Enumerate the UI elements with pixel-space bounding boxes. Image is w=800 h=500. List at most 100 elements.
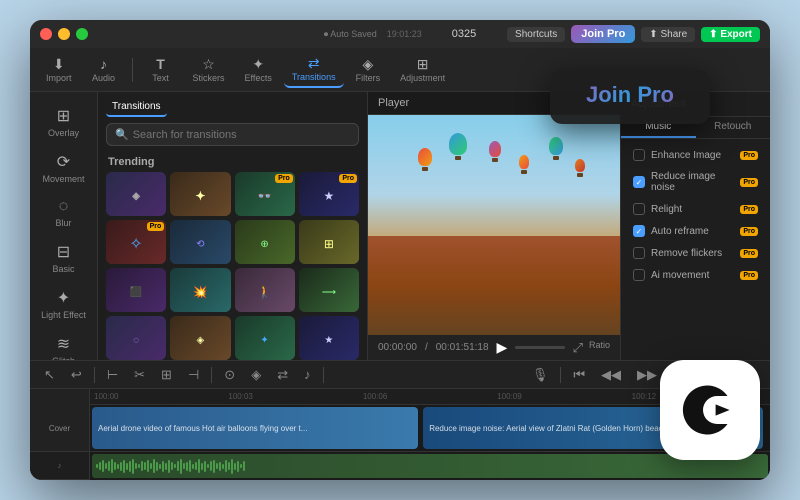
trim-tool[interactable]: ⊣ xyxy=(184,365,203,385)
wave-bar xyxy=(129,461,131,472)
search-input[interactable] xyxy=(133,129,350,141)
sidebar-item-light-effect[interactable]: ✦ Light Effect xyxy=(34,282,94,326)
transition-item-15[interactable]: ✦ xyxy=(235,316,295,360)
crop-tool[interactable]: ⊞ xyxy=(157,365,176,385)
transition-item-8[interactable]: ⊞ Three Zoom xyxy=(299,220,359,264)
enhance-pro-tag: Pro xyxy=(740,151,758,160)
prev-frame[interactable]: ⏮ xyxy=(569,365,589,385)
wave-bar xyxy=(195,462,197,470)
mic-icon[interactable]: 🎙 xyxy=(528,365,553,385)
transitions-panel: Transitions 🔍 Trending ◈ Black Par... ✦ xyxy=(98,92,368,360)
transition-item-12[interactable]: ⟶ Distol...Sweep xyxy=(299,268,359,312)
sidebar-item-blur[interactable]: ◌ Blur xyxy=(34,192,94,234)
transition-item-6[interactable]: ⟲ Distort... xyxy=(170,220,230,264)
wave-bar xyxy=(180,459,182,474)
cursor-tool[interactable]: ↖ xyxy=(40,365,59,385)
speed-up[interactable]: ▶▶ xyxy=(633,365,661,385)
ruler-mark-1: 100:00 xyxy=(94,392,228,401)
transition-item-3[interactable]: 👓 Pro ... xyxy=(235,172,295,216)
transition-item-14[interactable]: ◈ xyxy=(170,316,230,360)
adj-item-relight[interactable]: Relight Pro xyxy=(629,199,762,219)
wave-bar xyxy=(225,460,227,472)
transition-item-star-inhalation[interactable]: ✧ Pro Star Inhalation xyxy=(106,220,166,264)
relight-label: Relight xyxy=(651,204,734,215)
noise-checkbox[interactable] xyxy=(633,176,645,188)
audio-waveform xyxy=(92,454,768,478)
wave-bar xyxy=(189,460,191,472)
sidebar-item-basic[interactable]: ⊟ Basic xyxy=(34,236,94,280)
toolbar-item-effects[interactable]: ✦ Effects xyxy=(237,53,280,87)
toolbar-item-transitions[interactable]: ⇄ Transitions xyxy=(284,52,344,88)
transition-thumb-8: ⊞ xyxy=(299,220,359,264)
search-icon: 🔍 xyxy=(115,128,129,141)
stickers-label: Stickers xyxy=(193,73,225,83)
time-separator: / xyxy=(425,342,428,353)
transition-thumb-2: ✦ xyxy=(170,172,230,216)
wave-bar xyxy=(237,461,239,472)
reframe-checkbox[interactable] xyxy=(633,225,645,237)
transition-item-11[interactable]: 🚶 Shake B... xyxy=(235,268,295,312)
transition-item-golden-flare[interactable]: ✦ Golden Flare xyxy=(170,172,230,216)
adj-item-enhance[interactable]: Enhance Image Pro xyxy=(629,145,762,165)
balloon-1 xyxy=(418,148,432,171)
fullscreen-icon[interactable]: ⤢ xyxy=(573,340,583,356)
transition-tool[interactable]: ⇄ xyxy=(273,365,292,385)
audio-clip[interactable] xyxy=(92,454,768,478)
transition-item-16[interactable]: ★ xyxy=(299,316,359,360)
transition-item-13[interactable]: ◌ xyxy=(106,316,166,360)
progress-bar[interactable] xyxy=(515,346,564,349)
transition-item-shutter[interactable]: ★ Pro Shutter B... xyxy=(299,172,359,216)
effects-label: Effects xyxy=(245,73,272,83)
video-clip-1[interactable]: Aerial drone video of famous Hot air bal… xyxy=(92,407,418,449)
relight-checkbox[interactable] xyxy=(633,203,645,215)
minimize-button[interactable] xyxy=(58,28,70,40)
transition-thumb-16: ★ xyxy=(299,316,359,360)
adj-item-reframe[interactable]: Auto reframe Pro xyxy=(629,221,762,241)
share-button[interactable]: ⬆ Share xyxy=(641,27,695,42)
undo-button[interactable]: ↩ xyxy=(67,365,86,385)
track-label-audio: ♪ xyxy=(30,452,89,480)
enhance-checkbox[interactable] xyxy=(633,149,645,161)
traffic-lights xyxy=(40,28,88,40)
adj-item-ai-move[interactable]: Ai movement Pro xyxy=(629,265,762,285)
adj-item-noise[interactable]: Reduce image noise Pro xyxy=(629,167,762,197)
toolbar-item-adjustment[interactable]: ⊞ Adjustment xyxy=(392,53,453,87)
search-bar[interactable]: 🔍 xyxy=(106,123,359,146)
cut-tool[interactable]: ✂ xyxy=(130,365,149,385)
transition-item-black-par[interactable]: ◈ Black Par... xyxy=(106,172,166,216)
toolbar-item-filters[interactable]: ◈ Filters xyxy=(348,53,389,87)
tab-transitions[interactable]: Transitions xyxy=(106,98,167,117)
balloon-4 xyxy=(519,155,529,174)
aspect-ratio-label[interactable]: Ratio xyxy=(589,340,610,356)
split-tool[interactable]: ⊢ xyxy=(103,365,122,385)
transition-thumb-6: ⟲ xyxy=(170,220,230,264)
adj-item-flicker[interactable]: Remove flickers Pro xyxy=(629,243,762,263)
sidebar-item-movement[interactable]: ⟳ Movement xyxy=(34,146,94,190)
shortcuts-button[interactable]: Shortcuts xyxy=(507,27,565,42)
ai-move-checkbox[interactable] xyxy=(633,269,645,281)
sidebar-item-glitch[interactable]: ≋ Glitch xyxy=(34,328,94,360)
join-pro-button[interactable]: Join Pro xyxy=(571,25,635,43)
wave-bar xyxy=(168,460,170,473)
basket-1 xyxy=(422,167,428,171)
close-button[interactable] xyxy=(40,28,52,40)
wave-bar xyxy=(240,464,242,468)
flicker-checkbox[interactable] xyxy=(633,247,645,259)
transition-item-10[interactable]: 💥 ...loding xyxy=(170,268,230,312)
zoom-tool[interactable]: ⊙ xyxy=(220,365,239,385)
transition-item-9[interactable]: ⬛ Backg... xyxy=(106,268,166,312)
play-button[interactable]: ▶ xyxy=(497,339,508,356)
transitions-tab-bar: Transitions xyxy=(98,92,367,117)
export-button[interactable]: ⬆ Export xyxy=(701,27,760,42)
audio-track[interactable] xyxy=(90,452,770,480)
toolbar-item-text[interactable]: T Text xyxy=(141,53,181,87)
sidebar-item-overlay[interactable]: ⊞ Overlay xyxy=(34,100,94,144)
color-tool[interactable]: ◈ xyxy=(247,365,265,385)
toolbar-item-audio[interactable]: ♪ Audio xyxy=(84,53,124,87)
toolbar-item-stickers[interactable]: ☆ Stickers xyxy=(185,53,233,87)
transition-item-7[interactable]: ⊕ Dissolve xyxy=(235,220,295,264)
speed-down[interactable]: ◀◀ xyxy=(597,365,625,385)
toolbar-item-import[interactable]: ⬇ Import xyxy=(38,53,80,87)
maximize-button[interactable] xyxy=(76,28,88,40)
audio-tool[interactable]: ♪ xyxy=(300,365,315,384)
